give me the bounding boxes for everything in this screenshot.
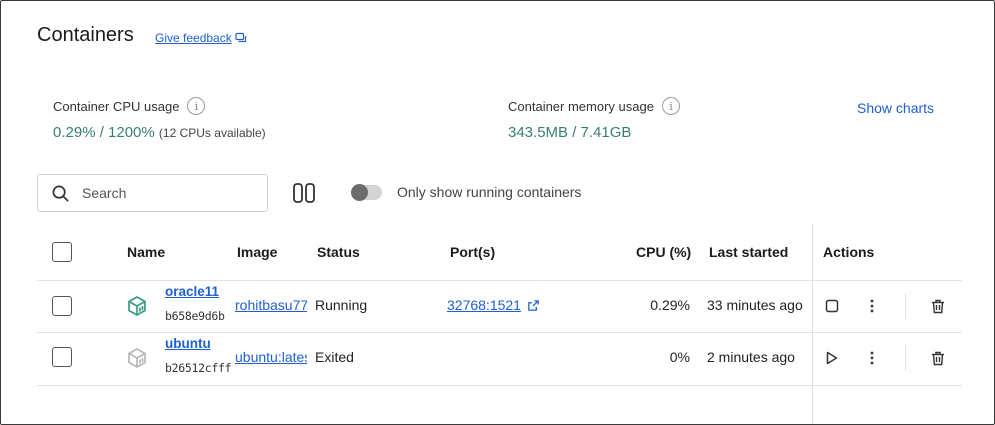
search-box[interactable]: [37, 174, 268, 212]
trash-icon: [932, 299, 944, 313]
actions-column-divider: [812, 224, 813, 424]
give-feedback-label: Give feedback: [155, 31, 232, 45]
search-icon: [52, 185, 69, 202]
action-divider: [905, 293, 906, 319]
running-only-label: Only show running containers: [397, 184, 582, 200]
columns-icon[interactable]: [292, 182, 316, 204]
running-only-toggle[interactable]: [351, 184, 382, 201]
play-icon: [826, 351, 838, 365]
stop-icon: [825, 299, 839, 313]
container-running-icon: [128, 296, 146, 316]
container-id: b26512cfff: [165, 361, 232, 375]
memory-usage-value: 343.5MB / 7.41GB: [508, 124, 632, 141]
column-header-actions: Actions: [823, 244, 875, 260]
image-link[interactable]: ubuntu:latest: [235, 349, 307, 365]
give-feedback-link[interactable]: Give feedback: [155, 31, 247, 45]
row-divider: [37, 332, 962, 333]
row-checkbox[interactable]: [52, 347, 72, 367]
container-id: b658e9d6b: [165, 309, 225, 323]
search-input[interactable]: [82, 185, 242, 201]
column-header-image[interactable]: Image: [237, 244, 277, 260]
container-name-link[interactable]: ubuntu: [165, 336, 211, 351]
container-stopped-icon: [128, 348, 146, 368]
header-divider: [37, 280, 962, 281]
port-link[interactable]: 32768:1521: [447, 297, 521, 313]
page-title: Containers: [37, 24, 134, 46]
status-text: Running: [315, 297, 368, 313]
show-charts-button[interactable]: Show charts: [857, 100, 934, 116]
start-button[interactable]: [823, 349, 841, 367]
cpu-usage-stat: Container CPU usage i 0.29% / 1200% (12 …: [53, 97, 266, 141]
last-started-text: 33 minutes ago: [707, 297, 803, 313]
more-vertical-icon: [870, 299, 874, 313]
window-frame: [0, 0, 995, 425]
feedback-icon: [235, 32, 246, 43]
delete-button[interactable]: [929, 349, 947, 367]
port-mapping[interactable]: 32768:1521: [447, 297, 540, 313]
cpu-percent: 0%: [669, 349, 690, 365]
trash-icon: [932, 351, 944, 365]
toggle-knob: [351, 184, 368, 201]
memory-usage-label: Container memory usage: [508, 98, 654, 114]
column-header-name[interactable]: Name: [127, 244, 165, 260]
stop-button[interactable]: [823, 297, 841, 315]
cpu-count-note: (12 CPUs available): [158, 126, 266, 140]
memory-usage-stat: Container memory usage i 343.5MB / 7.41G…: [508, 97, 680, 141]
image-link[interactable]: rohitbasu77: [235, 297, 307, 313]
status-text: Exited: [315, 349, 354, 365]
column-header-last-started[interactable]: Last started: [709, 244, 788, 260]
external-link-icon: [528, 299, 539, 311]
column-header-cpu[interactable]: CPU (%): [636, 244, 691, 260]
column-header-status[interactable]: Status: [317, 244, 360, 260]
more-options-button[interactable]: [863, 297, 881, 315]
cpu-percent: 0.29%: [650, 297, 690, 313]
last-started-text: 2 minutes ago: [707, 349, 795, 365]
row-divider: [37, 385, 962, 386]
select-all-checkbox[interactable]: [52, 242, 72, 262]
container-name-link[interactable]: oracle11: [165, 284, 219, 299]
delete-button[interactable]: [929, 297, 947, 315]
cpu-usage-value: 0.29% / 1200%: [53, 124, 155, 141]
row-checkbox[interactable]: [52, 296, 72, 316]
column-header-ports[interactable]: Port(s): [450, 244, 495, 260]
cpu-usage-label: Container CPU usage: [53, 98, 180, 114]
action-divider: [905, 345, 906, 371]
more-options-button[interactable]: [863, 349, 881, 367]
info-icon[interactable]: i: [661, 97, 680, 115]
info-icon[interactable]: i: [187, 97, 206, 115]
more-vertical-icon: [870, 351, 874, 365]
